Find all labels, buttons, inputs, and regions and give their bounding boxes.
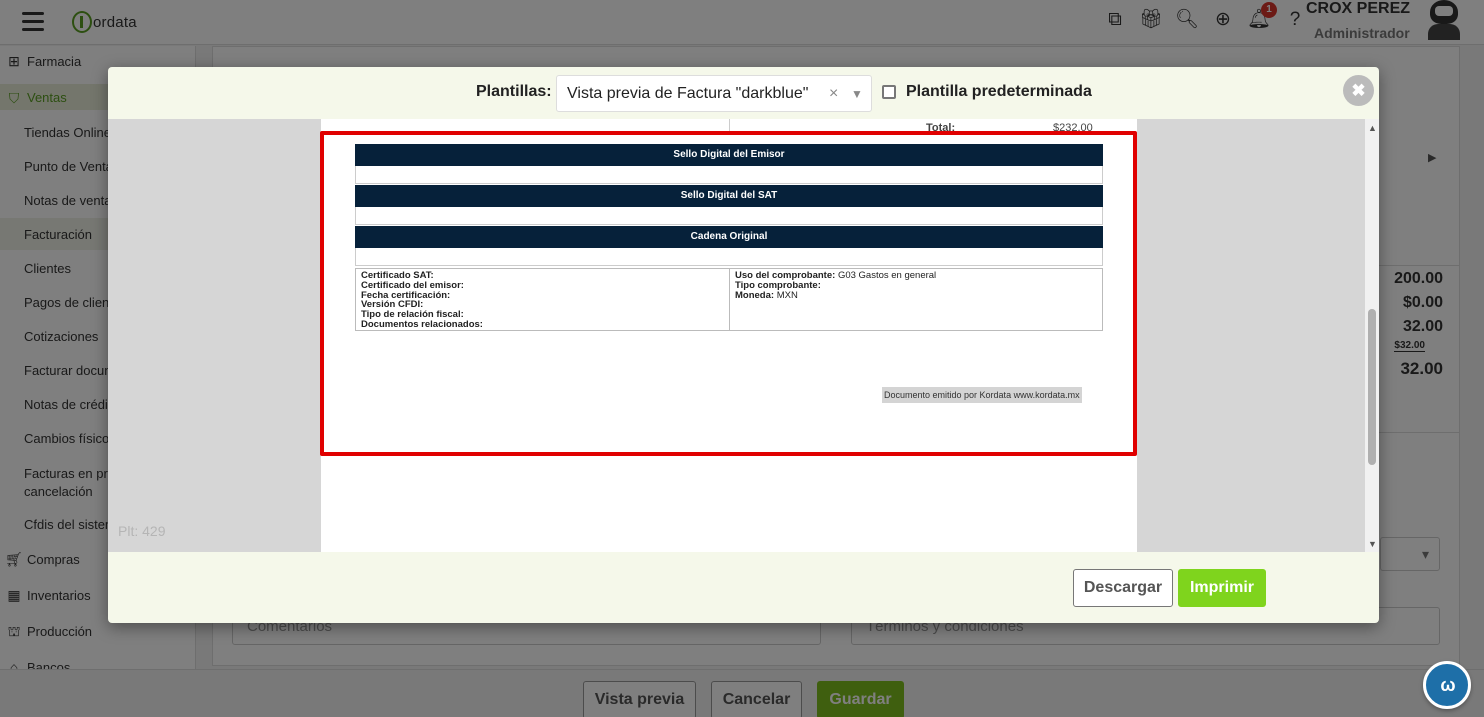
download-button[interactable]: Descargar — [1073, 569, 1173, 607]
section-body — [355, 166, 1103, 184]
section-sello-sat: Sello Digital del SAT — [355, 185, 1103, 225]
template-preview-modal: Plantillas: Vista previa de Factura "dar… — [108, 67, 1379, 623]
invoice-total-value: $232.00 — [1053, 122, 1093, 134]
chat-icon: ω — [1440, 675, 1456, 695]
certificate-info-right: Uso del comprobante: G03 Gastos en gener… — [730, 269, 1102, 330]
section-sello-emisor: Sello Digital del Emisor — [355, 144, 1103, 184]
invoice-total-label: Total: — [926, 122, 956, 134]
invoice-page: Total: $232.00 Sello Digital del Emisor … — [321, 119, 1137, 552]
scroll-up-icon[interactable]: ▲ — [1368, 123, 1377, 133]
section-header: Sello Digital del SAT — [355, 185, 1103, 207]
default-template-label[interactable]: Plantilla predeterminada — [906, 83, 1092, 101]
info-row: Moneda: MXN — [735, 289, 1097, 301]
scrollbar-thumb[interactable] — [1368, 309, 1376, 465]
section-header: Sello Digital del Emisor — [355, 144, 1103, 166]
field-value: G03 Gastos en general — [837, 270, 937, 281]
scroll-down-icon[interactable]: ▼ — [1368, 539, 1377, 549]
preview-scrollbar[interactable]: ▲ ▼ — [1365, 119, 1379, 552]
clear-icon[interactable]: × — [829, 85, 838, 103]
field-value: MXN — [776, 289, 798, 301]
default-template-checkbox[interactable] — [882, 85, 896, 99]
section-cadena-original: Cadena Original — [355, 226, 1103, 266]
invoice-preview-area[interactable]: Total: $232.00 Sello Digital del Emisor … — [108, 119, 1365, 552]
section-body — [355, 207, 1103, 225]
section-header: Cadena Original — [355, 226, 1103, 248]
section-body — [355, 248, 1103, 266]
print-button[interactable]: Imprimir — [1178, 569, 1266, 607]
certificate-info-left: Certificado SAT: Certificado del emisor:… — [356, 269, 730, 330]
certificate-info-table: Certificado SAT: Certificado del emisor:… — [355, 268, 1103, 331]
field-label: Documentos relacionados: — [361, 318, 483, 330]
invoice-footer-note: Documento emitido por Kordata www.kordat… — [882, 387, 1082, 403]
template-select[interactable]: Vista previa de Factura "darkblue" × ▼ — [556, 75, 872, 112]
close-icon[interactable]: ✖ — [1343, 75, 1374, 106]
field-label: Moneda: — [735, 289, 775, 301]
info-row: Documentos relacionados: — [361, 320, 724, 330]
chevron-down-icon[interactable]: ▼ — [851, 87, 863, 101]
templates-label: Plantillas: — [476, 83, 552, 100]
table-divider — [729, 119, 730, 131]
help-chat-button[interactable]: ω — [1423, 661, 1471, 709]
template-select-value: Vista previa de Factura "darkblue" — [567, 85, 809, 102]
plt-label: Plt: 429 — [118, 523, 166, 539]
